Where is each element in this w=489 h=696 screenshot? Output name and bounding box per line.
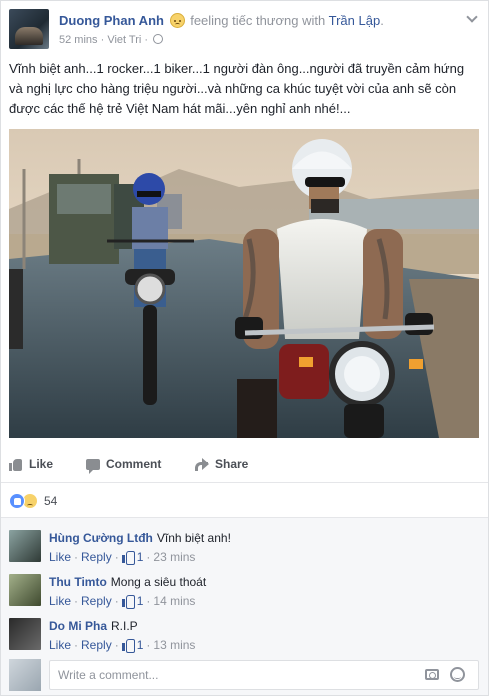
title-period: . [380,13,384,28]
globe-icon[interactable] [153,34,164,44]
comment-meta: Like · Reply · 1 · 13 mins [49,638,195,653]
sad-feeling-icon [169,13,185,28]
meta-separator-2: · [141,34,152,46]
comment-body: Do Mi Pha R.I.P [49,618,138,634]
thumbs-up-icon [121,551,135,565]
current-user-avatar [9,659,41,691]
reaction-count: 54 [44,494,58,508]
comment-like-count[interactable]: 1 [137,550,144,564]
comment-body: Hùng Cường Ltđh Vĩnh biệt anh! [49,530,231,546]
share-arrow-icon [195,458,209,471]
emoji-icon[interactable] [450,667,465,682]
meta-dot: · [74,594,79,608]
write-comment-input[interactable] [49,660,479,690]
comment-meta: Like · Reply · 1 · 14 mins [49,594,195,609]
comment-like-link[interactable]: Like [49,550,71,564]
comment-button[interactable]: Comment [86,457,162,474]
comment-author[interactable]: Do Mi Pha [49,619,107,633]
comment-like-count[interactable]: 1 [137,594,144,608]
comment-text: R.I.P [111,619,138,633]
meta-dot: · [74,638,79,652]
tagged-person[interactable]: Trần Lập [329,13,381,28]
post-location[interactable]: Viet Tri [107,34,141,46]
chevron-down-icon[interactable] [466,11,478,23]
comment-time[interactable]: 13 mins [153,638,195,652]
comment-like-link[interactable]: Like [49,594,71,608]
comment-body: Thu Timto Mong a siêu thoát [49,574,206,590]
camera-icon[interactable] [425,669,439,680]
post-card: Duong Phan Anh feeling tiếc thương with … [0,0,489,696]
comment-time[interactable]: 14 mins [153,594,195,608]
meta-dot: · [114,550,119,564]
meta-dot: · [114,594,119,608]
like-reaction-icon [9,493,25,509]
like-label: Like [29,457,54,471]
meta-dot: · [74,550,79,564]
post-header: Duong Phan Anh feeling tiếc thương with … [9,9,480,51]
meta-dot: · [114,638,119,652]
comment-reply-link[interactable]: Reply [81,550,112,564]
speech-bubble-icon [86,458,100,474]
comment-text: Vĩnh biệt anh! [156,531,231,545]
commenter-avatar[interactable] [9,574,41,606]
share-label: Share [215,457,249,471]
comment-text: Mong a siêu thoát [110,575,207,589]
meta-separator: · [97,34,108,46]
meta-dot: · [146,550,151,564]
post-meta: 52 mins · Viet Tri · [59,34,164,46]
comment-meta: Like · Reply · 1 · 23 mins [49,550,195,565]
comment-author[interactable]: Thu Timto [49,575,107,589]
post-actions: Like Comment Share [9,453,479,477]
thumbs-up-icon [121,595,135,609]
commenter-avatar[interactable] [9,530,41,562]
post-text: Vĩnh biệt anh...1 rocker...1 biker...1 n… [9,61,465,116]
feeling-text: feeling tiếc thương with [190,13,326,28]
comment-item: Hùng Cường Ltđh Vĩnh biệt anh! Like · Rep… [9,530,479,570]
author-name[interactable]: Duong Phan Anh [59,13,164,28]
comment-label: Comment [106,457,162,471]
share-button[interactable]: Share [195,457,248,471]
comment-like-count[interactable]: 1 [137,638,144,652]
author-avatar[interactable] [9,9,49,49]
comment-item: Do Mi Pha R.I.P Like · Reply · 1 · 13 min… [9,618,479,658]
thumbs-up-icon [121,639,135,653]
like-button[interactable]: Like [9,457,53,471]
comment-composer [9,658,479,692]
comment-item: Thu Timto Mong a siêu thoát Like · Reply … [9,574,479,614]
actions-divider [1,482,488,483]
comment-author[interactable]: Hùng Cường Ltđh [49,531,153,545]
meta-dot: · [146,594,151,608]
comment-reply-link[interactable]: Reply [81,638,112,652]
comment-like-link[interactable]: Like [49,638,71,652]
post-title-line: Duong Phan Anh feeling tiếc thương with … [59,13,384,28]
bikers-photo-illustration [9,129,479,438]
post-photo[interactable] [9,129,479,438]
thumbs-up-icon [9,458,23,471]
meta-dot: · [146,638,151,652]
comment-reply-link[interactable]: Reply [81,594,112,608]
commenter-avatar[interactable] [9,618,41,650]
comment-time[interactable]: 23 mins [153,550,195,564]
post-time[interactable]: 52 mins [59,34,98,46]
reaction-summary[interactable]: 54 [9,493,57,509]
